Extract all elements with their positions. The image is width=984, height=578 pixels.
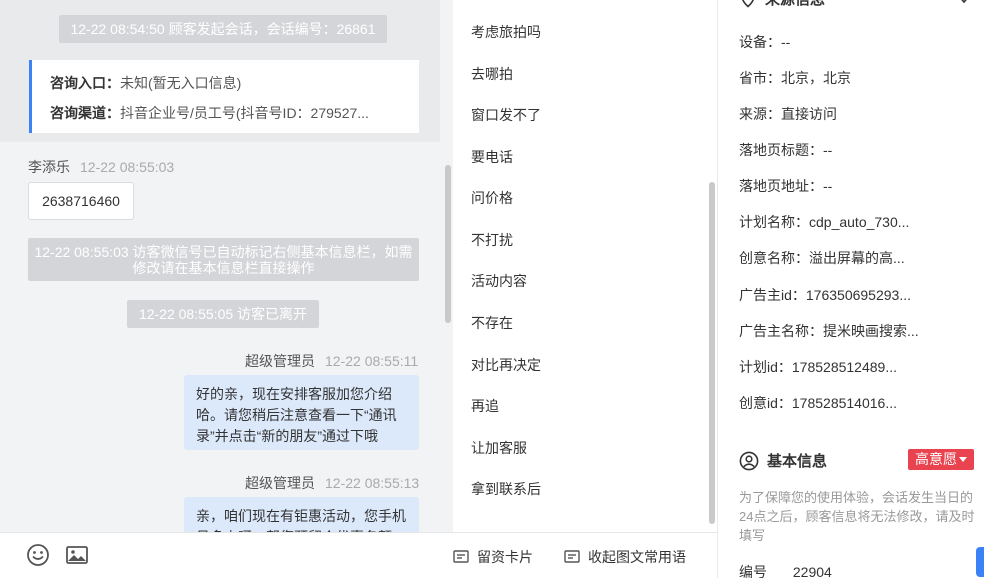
agent-sender-2: 超级管理员 12-22 08:55:13 [245, 473, 419, 493]
collapse-phrases-button[interactable]: 收起图文常用语 [564, 547, 686, 567]
agent-name: 超级管理员 [245, 353, 315, 369]
consult-entry-value: 未知(暂无入口信息) [120, 75, 242, 91]
chevron-down-icon [959, 457, 967, 462]
visitor-name: 李添乐 [28, 159, 70, 175]
quick-reply-item[interactable]: 再追 [471, 396, 499, 416]
field-creative-id: 创意id：178528514016... [739, 395, 897, 411]
user-circle-icon [739, 451, 759, 470]
quick-reply-item[interactable]: 对比再决定 [471, 355, 541, 375]
field-landing-title: 落地页标题：-- [739, 142, 833, 158]
quick-reply-item[interactable]: 问价格 [471, 188, 513, 208]
field-province-city: 省市：北京，北京 [739, 70, 851, 86]
chat-scrollbar[interactable] [445, 165, 451, 323]
field-plan-id: 计划id：178528512489... [739, 359, 897, 375]
basic-info-title: 基本信息 [767, 453, 828, 470]
agent-name: 超级管理员 [245, 475, 315, 491]
agent-message-1: 好的亲，现在安排客服加您介绍哈。请您稍后注意查看一下“通讯录”并点击“新的朋友”… [184, 375, 419, 450]
field-plan-name: 计划名称：cdp_auto_730... [739, 214, 910, 230]
agent-time: 12-22 08:55:13 [325, 475, 420, 491]
lead-card-button[interactable]: 留资卡片 [453, 547, 533, 567]
visitor-time: 12-22 08:55:03 [80, 159, 175, 175]
visitor-left-notice: 12-22 08:55:05 访客已离开 [127, 300, 319, 328]
source-info-title: 来源信息 [765, 0, 825, 9]
chat-toolbar [0, 532, 453, 578]
field-creative-name: 创意名称：溢出屏幕的高... [739, 250, 905, 266]
card-icon [453, 550, 469, 563]
number-label: 编号 [739, 564, 767, 578]
agent-sender-1: 超级管理员 12-22 08:55:11 [245, 351, 418, 371]
quick-reply-item[interactable]: 窗口发不了 [471, 105, 541, 125]
field-source: 来源：直接访问 [739, 106, 837, 122]
consult-channel-label: 咨询渠道： [50, 105, 120, 121]
reply-bottom-toolbar: 留资卡片 收起图文常用语 [453, 532, 717, 578]
number-value: 22904 [792, 564, 832, 578]
intent-level-label: 高意愿 [915, 451, 957, 467]
field-advertiser-id: 广告主id：176350695293... [739, 287, 911, 303]
session-start-notice: 12-22 08:54:50 顾客发起会话，会话编号：26861 [59, 15, 387, 43]
message-icon [564, 550, 580, 563]
session-info-card: 12-22 08:54:50 顾客发起会话，会话编号：26861 咨询入口：未知… [0, 0, 440, 142]
quick-reply-item[interactable]: 拿到联系后 [471, 479, 541, 499]
image-icon[interactable] [65, 543, 89, 567]
consult-channel: 咨询渠道：抖音企业号/员工号(抖音号ID：279527... [50, 99, 419, 129]
consult-source-box: 咨询入口：未知(暂无入口信息) 咨询渠道：抖音企业号/员工号(抖音号ID：279… [29, 60, 419, 133]
field-device: 设备：-- [739, 34, 791, 50]
source-info-header: 来源信息 [739, 0, 825, 9]
chat-panel: 12-22 08:54:50 顾客发起会话，会话编号：26861 咨询入口：未知… [0, 0, 453, 578]
chat-history[interactable]: 12-22 08:54:50 顾客发起会话，会话编号：26861 咨询入口：未知… [0, 0, 453, 532]
auto-tag-notice: 12-22 08:55:03 访客微信号已自动标记右侧基本信息栏，如需修改请在基… [28, 238, 419, 281]
quick-reply-item[interactable]: 考虑旅拍吗 [471, 22, 541, 42]
edit-deadline-notice: 为了保障您的使用体验，会话发生当日的24点之后，顾客信息将无法修改，请及时填写 [739, 490, 975, 543]
collapse-phrases-label: 收起图文常用语 [588, 549, 686, 565]
quick-reply-item[interactable]: 不打扰 [471, 230, 513, 250]
quick-reply-item[interactable]: 活动内容 [471, 271, 527, 291]
visitor-message: 2638716460 [28, 182, 134, 220]
collapse-icon[interactable] [955, 0, 973, 6]
intent-level-dropdown[interactable]: 高意愿 [908, 449, 974, 470]
quick-reply-list: 考虑旅拍吗 去哪拍 窗口发不了 要电话 问价格 不打扰 活动内容 不存在 对比再… [453, 0, 717, 532]
field-number: 编号 22904 [739, 562, 832, 578]
field-landing-url: 落地页地址：-- [739, 178, 833, 194]
quick-reply-item[interactable]: 去哪拍 [471, 64, 513, 84]
quick-reply-item[interactable]: 不存在 [471, 313, 513, 333]
basic-info-header: 基本信息 [739, 450, 827, 471]
quick-reply-scrollbar[interactable] [709, 182, 715, 524]
location-pin-icon [742, 0, 754, 8]
smile-icon[interactable] [26, 543, 50, 567]
side-expand-button[interactable] [976, 547, 984, 577]
customer-info-panel: 来源信息 设备：-- 省市：北京，北京 来源：直接访问 落地页标题：-- 落地页… [718, 0, 984, 578]
quick-reply-item[interactable]: 让加客服 [471, 438, 527, 458]
consult-channel-value: 抖音企业号/员工号(抖音号ID：279527... [120, 105, 369, 121]
agent-time: 12-22 08:55:11 [325, 353, 419, 369]
quick-reply-item[interactable]: 要电话 [471, 147, 513, 167]
field-advertiser-name: 广告主名称：提米映画搜索... [739, 323, 919, 339]
agent-message-2: 亲，咱们现在有钜惠活动，您手机号多少呀，帮您预留个优惠名额 [184, 497, 419, 532]
consult-entry-label: 咨询入口： [50, 75, 120, 91]
visitor-sender: 李添乐 12-22 08:55:03 [28, 157, 174, 177]
lead-card-label: 留资卡片 [477, 549, 533, 565]
consult-entry: 咨询入口：未知(暂无入口信息) [50, 69, 419, 99]
